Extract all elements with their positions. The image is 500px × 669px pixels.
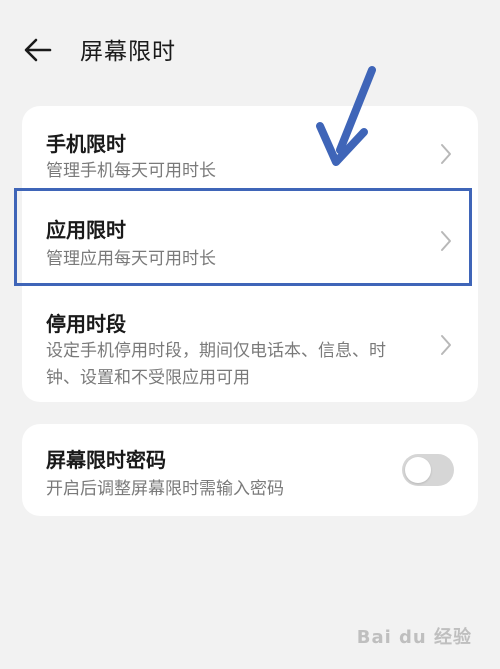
password-item: 屏幕限时密码 开启后调整屏幕限时需输入密码 [22,424,478,516]
chevron-right-icon [441,144,451,164]
back-button[interactable] [22,36,54,64]
watermark: Bai du 经验 [356,627,472,648]
password-subtitle: 开启后调整屏幕限时需输入密码 [46,479,284,499]
phone-limit-item[interactable]: 手机限时 管理手机每天可用时长 [22,106,478,190]
app-limit-item[interactable]: 应用限时 管理应用每天可用时长 [22,192,478,288]
downtime-subtitle: 设定手机停用时段，期间仅电话本、信息、时钟、设置和不受限应用可用 [46,341,386,388]
limits-card: 手机限时 管理手机每天可用时长 应用限时 管理应用每天可用时长 停用时段 设定手… [22,106,478,402]
password-title: 屏幕限时密码 [46,448,166,472]
top-bar: 屏幕限时 [0,0,500,100]
phone-limit-title: 手机限时 [46,132,126,156]
app-limit-title: 应用限时 [46,218,126,242]
password-card: 屏幕限时密码 开启后调整屏幕限时需输入密码 [22,424,478,516]
toggle-knob [405,457,431,483]
chevron-right-icon [441,231,451,251]
chevron-right-icon [441,335,451,355]
password-toggle[interactable] [402,454,454,486]
downtime-item[interactable]: 停用时段 设定手机停用时段，期间仅电话本、信息、时钟、设置和不受限应用可用 [22,290,478,402]
app-limit-subtitle: 管理应用每天可用时长 [46,249,216,269]
back-arrow-icon [24,38,52,62]
downtime-title: 停用时段 [46,312,126,336]
page-title: 屏幕限时 [80,39,176,65]
phone-limit-subtitle: 管理手机每天可用时长 [46,161,216,181]
